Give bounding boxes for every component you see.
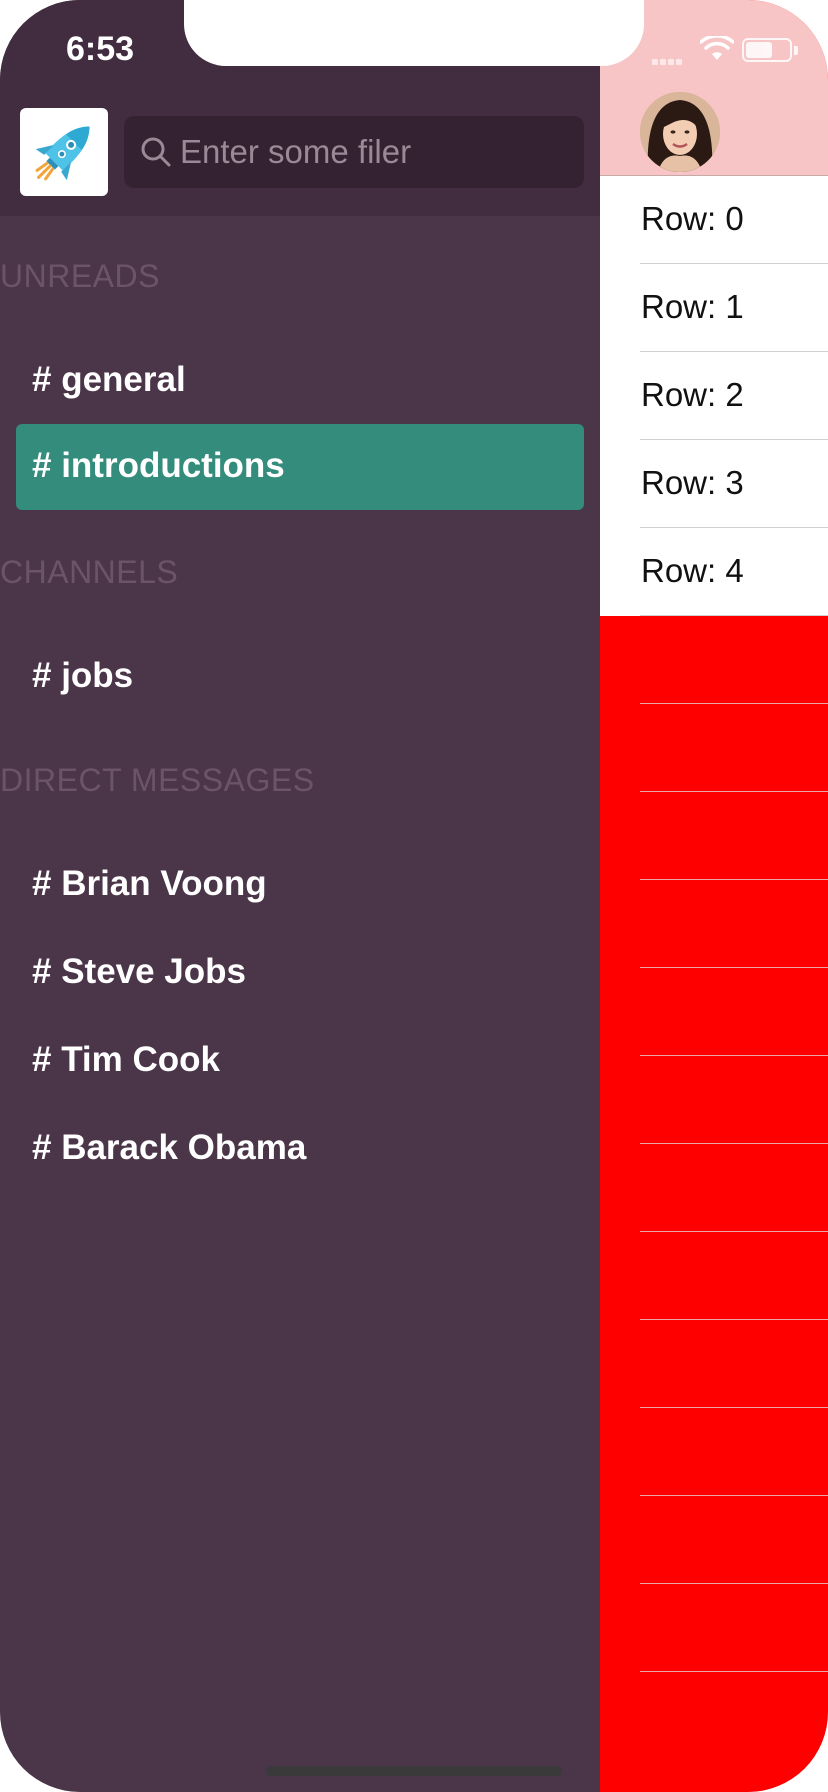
dm-item-steve-jobs[interactable]: # Steve Jobs bbox=[16, 930, 584, 1016]
dm-label: # Steve Jobs bbox=[32, 952, 246, 991]
table-row[interactable]: Row: 4 bbox=[600, 528, 828, 616]
user-avatar[interactable] bbox=[640, 92, 720, 172]
row-label: Row: 2 bbox=[641, 376, 744, 413]
search-icon bbox=[141, 137, 171, 167]
rocket-logo-icon[interactable] bbox=[20, 108, 108, 196]
row-label: Row: 0 bbox=[641, 200, 744, 237]
empty-row[interactable] bbox=[600, 704, 828, 792]
search-input[interactable] bbox=[180, 126, 570, 178]
channel-label: # introductions bbox=[32, 446, 285, 485]
channel-label: # general bbox=[32, 360, 186, 399]
cellular-signal-icon bbox=[652, 52, 684, 70]
empty-row[interactable] bbox=[600, 792, 828, 880]
empty-row[interactable] bbox=[600, 1056, 828, 1144]
channel-item-general[interactable]: # general bbox=[16, 338, 584, 424]
table-row[interactable]: Row: 0 bbox=[600, 176, 828, 264]
row-label: Row: 4 bbox=[641, 552, 744, 589]
home-indicator[interactable] bbox=[266, 1766, 562, 1776]
battery-tip bbox=[794, 46, 798, 55]
channel-label: # jobs bbox=[32, 656, 134, 695]
battery-icon bbox=[742, 38, 792, 62]
device-notch bbox=[184, 0, 644, 66]
empty-row[interactable] bbox=[600, 968, 828, 1056]
section-title-direct-messages: DIRECT MESSAGES bbox=[0, 762, 315, 798]
row-label: Row: 3 bbox=[641, 464, 744, 501]
empty-row[interactable] bbox=[600, 616, 828, 704]
section-title-channels: CHANNELS bbox=[0, 554, 179, 590]
content-panel: Row: 0 Row: 1 Row: 2 Row: 3 Row: 4 bbox=[600, 0, 828, 1792]
empty-row[interactable] bbox=[600, 1584, 828, 1672]
empty-row[interactable] bbox=[600, 1232, 828, 1320]
dm-label: # Tim Cook bbox=[32, 1040, 221, 1079]
status-time: 6:53 bbox=[66, 30, 135, 68]
channel-item-introductions[interactable]: # introductions bbox=[16, 424, 584, 510]
dm-item-barack-obama[interactable]: # Barack Obama bbox=[16, 1106, 584, 1192]
phone-screen: Row: 0 Row: 1 Row: 2 Row: 3 Row: 4 Enter… bbox=[0, 0, 828, 1792]
table-row[interactable]: Row: 2 bbox=[600, 352, 828, 440]
dm-label: # Brian Voong bbox=[32, 864, 267, 903]
empty-row[interactable] bbox=[600, 1496, 828, 1584]
dm-item-brian-voong[interactable]: # Brian Voong bbox=[16, 842, 584, 928]
sidebar-menu: UNREADS # general # introductions CHANNE… bbox=[0, 0, 600, 1792]
empty-row[interactable] bbox=[600, 880, 828, 968]
table-row[interactable]: Row: 1 bbox=[600, 264, 828, 352]
section-title-unreads: UNREADS bbox=[0, 258, 160, 294]
empty-row[interactable] bbox=[600, 1320, 828, 1408]
empty-row[interactable] bbox=[600, 1144, 828, 1232]
wifi-icon bbox=[700, 36, 734, 60]
row-list: Row: 0 Row: 1 Row: 2 Row: 3 Row: 4 bbox=[600, 176, 828, 1672]
dm-item-tim-cook[interactable]: # Tim Cook bbox=[16, 1018, 584, 1104]
table-row[interactable]: Row: 3 bbox=[600, 440, 828, 528]
dm-label: # Barack Obama bbox=[32, 1128, 307, 1167]
row-label: Row: 1 bbox=[641, 288, 744, 325]
empty-row[interactable] bbox=[600, 1408, 828, 1496]
channel-item-jobs[interactable]: # jobs bbox=[16, 634, 584, 720]
search-bar bbox=[124, 116, 584, 188]
